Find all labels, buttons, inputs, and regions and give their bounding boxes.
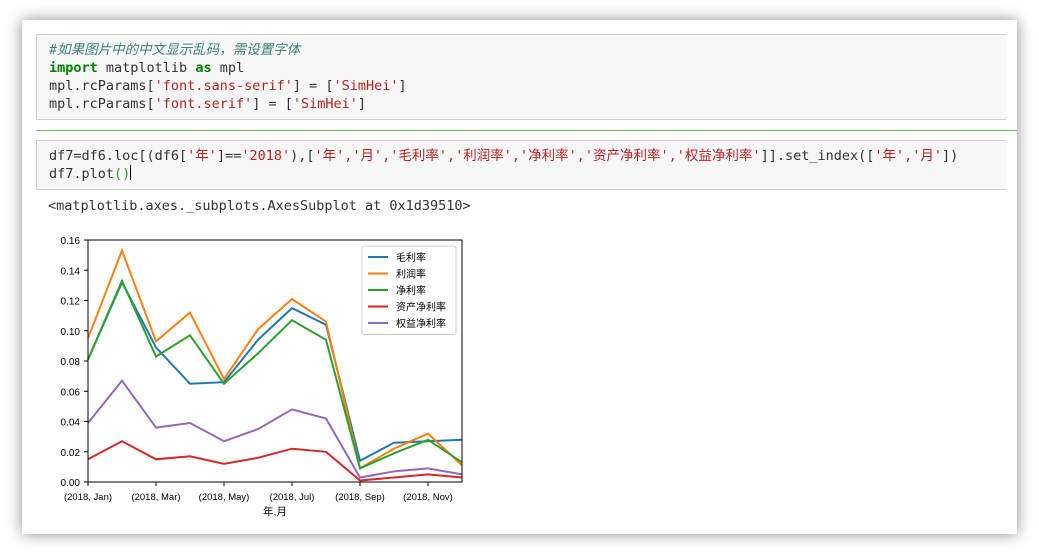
y-tick-label: 0.16 xyxy=(61,236,81,247)
legend-label-3: 资产净利率 xyxy=(396,301,446,314)
code-token: mpl.rcParams[ xyxy=(49,78,155,94)
x-tick-label: (2018, Sep) xyxy=(335,492,385,503)
code-line-import: import matplotlib as mpl xyxy=(49,59,244,77)
y-tick-label: 0.12 xyxy=(61,297,81,308)
code-line-plot: df7.plot() xyxy=(49,165,132,183)
comment-text: #如果图片中的中文显示乱码，需设置字体 xyxy=(49,42,301,58)
paren-token: () xyxy=(114,166,131,182)
output-text: <matplotlib.axes._subplots.AxesSubplot a… xyxy=(48,198,471,214)
legend-label-2: 净利率 xyxy=(396,284,426,297)
code-cell-plot[interactable]: df7=df6.loc[(df6['年']=='2018'),['年','月',… xyxy=(36,140,1006,190)
code-token: df7=df6.loc[(df6[ xyxy=(49,148,188,164)
module-name: matplotlib xyxy=(97,60,196,76)
string-token: 'font.sans-serif' xyxy=(154,78,293,94)
code-line-sans-serif: mpl.rcParams['font.sans-serif'] = ['SimH… xyxy=(49,77,407,95)
code-token: ]].set_index([ xyxy=(760,148,875,164)
text-cursor xyxy=(130,165,132,180)
code-line-serif: mpl.rcParams['font.serif'] = ['SimHei'] xyxy=(49,95,366,113)
keyword-as: as xyxy=(195,60,212,76)
y-tick-label: 0.06 xyxy=(61,387,81,398)
series-line-4 xyxy=(87,379,463,479)
string-token: '年' xyxy=(187,148,217,164)
string-token: '年','月','毛利率','利润率','净利率','资产净利率','权益净利率… xyxy=(314,148,761,164)
code-token: ] = [ xyxy=(292,78,334,94)
x-tick-label: (2018, Jan) xyxy=(64,492,112,503)
string-token: '年','月' xyxy=(874,148,942,164)
x-tick-label: (2018, Jul) xyxy=(270,492,315,503)
code-token: ] = [ xyxy=(252,96,293,112)
x-tick-label: (2018, May) xyxy=(199,492,250,503)
string-token: 'SimHei' xyxy=(292,96,358,112)
y-tick-label: 0.00 xyxy=(61,478,81,489)
legend-label-1: 利润率 xyxy=(396,268,426,281)
code-token: df7.plot xyxy=(49,166,115,182)
y-tick-label: 0.08 xyxy=(61,357,81,368)
code-token: ]) xyxy=(942,148,959,164)
line-chart: 0.00 0.02 0.04 0.06 0.08 0.10 0.12 0.14 0.16 (201… xyxy=(61,236,463,518)
legend-label-4: 权益净利率 xyxy=(396,317,446,330)
string-token: 'font.serif' xyxy=(154,96,253,112)
x-tick-label: (2018, Mar) xyxy=(131,492,180,503)
x-axis-label: 年,月 xyxy=(263,505,287,518)
string-token: 'SimHei' xyxy=(333,78,399,94)
legend-label-0: 毛利率 xyxy=(396,251,426,264)
x-tick-label: (2018, Nov) xyxy=(403,492,453,503)
code-token: mpl.rcParams[ xyxy=(49,96,155,112)
y-tick-label: 0.02 xyxy=(61,448,81,459)
code-line-comment: #如果图片中的中文显示乱码，需设置字体 xyxy=(49,41,300,59)
code-line-loc: df7=df6.loc[(df6['年']=='2018'),['年','月',… xyxy=(49,147,958,165)
string-token: '2018' xyxy=(241,148,291,164)
series-line-3 xyxy=(87,440,463,482)
code-token: ),[ xyxy=(290,148,315,164)
y-tick-label: 0.10 xyxy=(61,327,81,338)
notebook-frame: #如果图片中的中文显示乱码，需设置字体 import matplotlib as… xyxy=(22,20,1017,534)
y-tick-label: 0.14 xyxy=(61,266,81,277)
y-tick-label: 0.04 xyxy=(61,418,81,429)
code-token: ] xyxy=(357,96,367,112)
code-cell-font-settings[interactable]: #如果图片中的中文显示乱码，需设置字体 import matplotlib as… xyxy=(36,34,1006,120)
keyword-import: import xyxy=(49,60,98,76)
selected-cell-border xyxy=(36,130,1017,131)
code-token: ] xyxy=(398,78,407,94)
code-token: ]== xyxy=(216,148,242,164)
module-alias: mpl xyxy=(211,60,245,76)
